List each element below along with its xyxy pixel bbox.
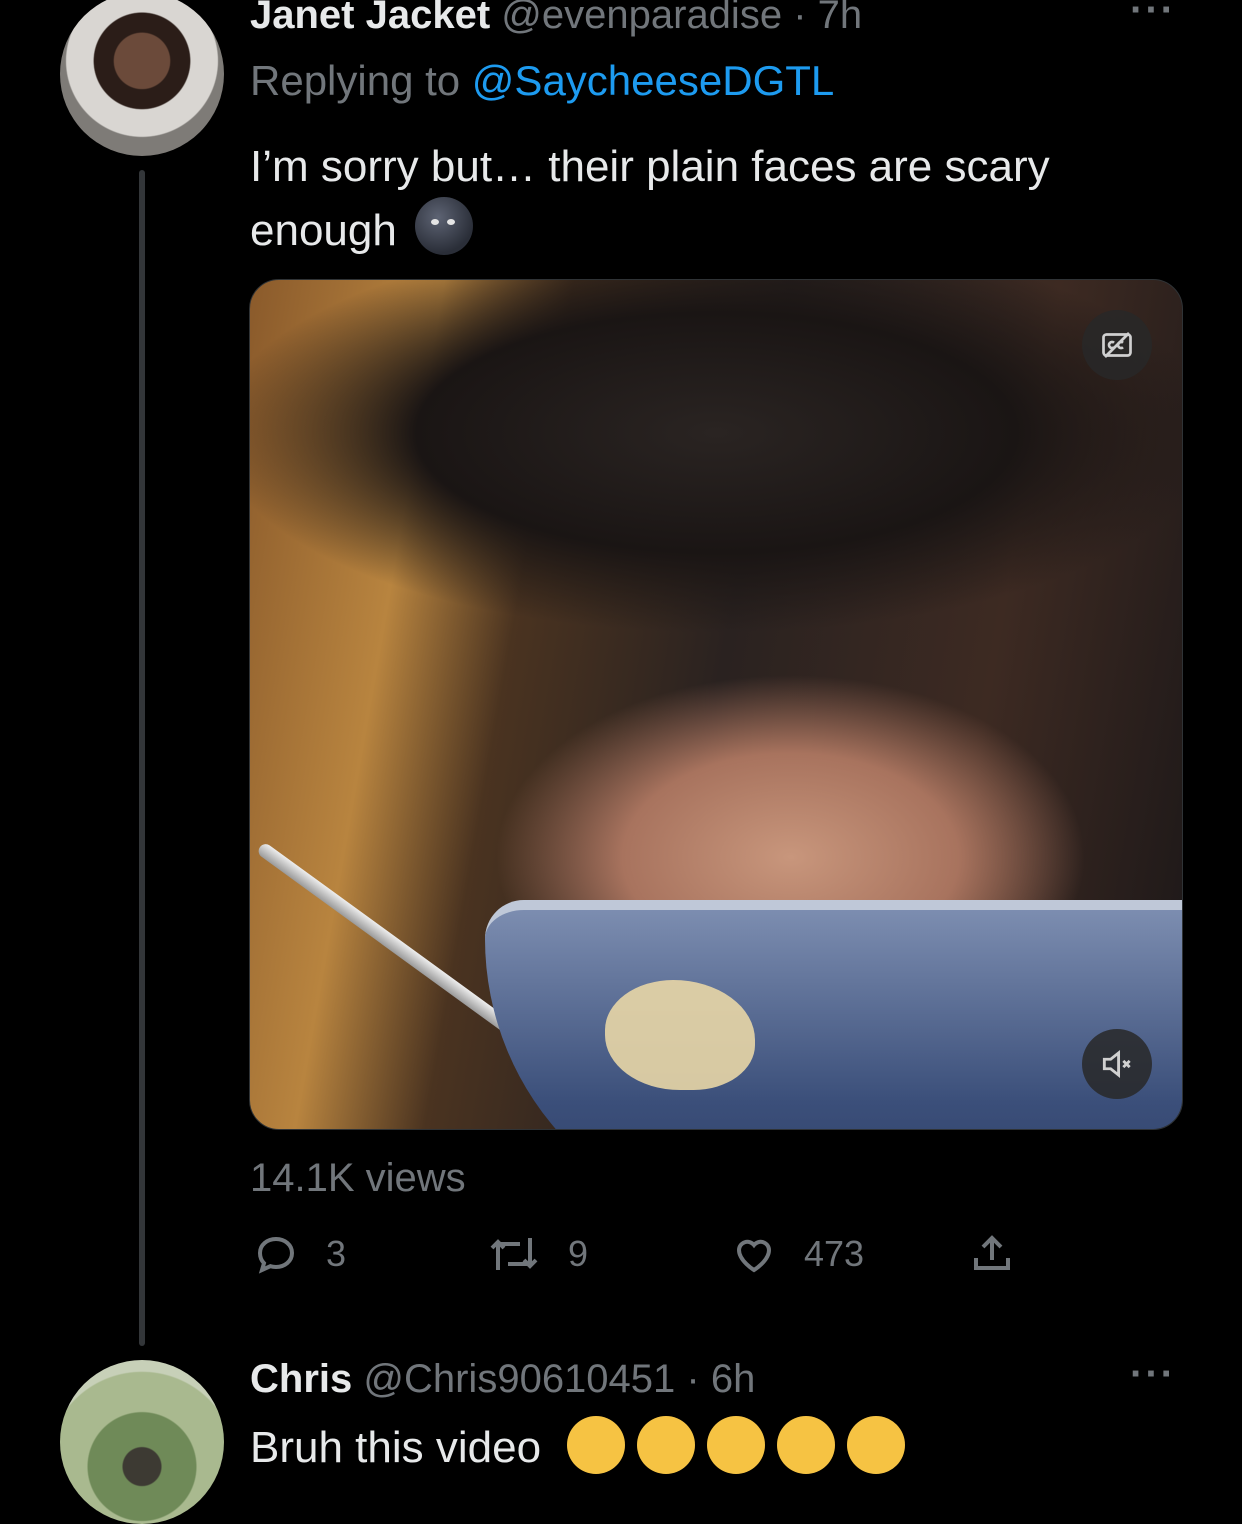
tweet-text-content: Bruh this video: [250, 1423, 542, 1472]
replying-prefix: Replying to: [250, 57, 461, 104]
tweet-text: I’m sorry but… their plain faces are sca…: [250, 137, 1150, 261]
tweet-header: Janet Jacket @evenparadise · 7h: [250, 0, 862, 38]
share-icon: [974, 1235, 1010, 1270]
video-frame-bowl: [485, 900, 1182, 1129]
heart-icon: [736, 1239, 772, 1273]
captions-off-icon: [1102, 332, 1132, 358]
retweet-button[interactable]: 9: [486, 1230, 588, 1278]
retweet-icon: [490, 1238, 538, 1270]
more-options-icon[interactable]: ···: [1130, 0, 1176, 33]
new-moon-face-emoji-icon: [415, 197, 474, 255]
like-count: 473: [804, 1233, 865, 1274]
view-count: 14.1K views: [250, 1156, 466, 1200]
handle[interactable]: @evenparadise: [501, 0, 782, 37]
share-button[interactable]: [968, 1230, 1016, 1278]
timestamp[interactable]: · 6h: [686, 1357, 755, 1401]
tweet-text-content: I’m sorry but… their plain faces are sca…: [250, 142, 1050, 255]
like-button[interactable]: 473: [730, 1230, 864, 1278]
thread-line: [139, 170, 145, 1346]
muted-speaker-icon: [1102, 1049, 1131, 1079]
reply-button[interactable]: 3: [252, 1230, 346, 1278]
display-name[interactable]: Janet Jacket: [250, 0, 490, 37]
video-player[interactable]: [249, 279, 1183, 1130]
tears-of-joy-emoji-icon: [567, 1416, 906, 1474]
captions-toggle-button[interactable]: [1082, 310, 1152, 380]
mention-link[interactable]: @SaycheeseDGTL: [472, 57, 834, 104]
avatar[interactable]: [60, 0, 224, 156]
display-name[interactable]: Chris: [250, 1357, 352, 1401]
tweet-text: Bruh this video: [250, 1416, 1150, 1478]
reply-count: 3: [326, 1233, 347, 1274]
timestamp[interactable]: · 7h: [793, 0, 862, 37]
video-frame-spoon: [255, 841, 523, 1041]
tweet-header: Chris @Chris90610451 · 6h: [250, 1356, 755, 1402]
reply-icon: [257, 1236, 295, 1274]
retweet-count: 9: [568, 1233, 589, 1274]
handle[interactable]: @Chris90610451: [363, 1357, 675, 1401]
replying-to: Replying to @SaycheeseDGTL: [250, 57, 834, 105]
more-options-icon[interactable]: ···: [1130, 1352, 1176, 1397]
unmute-button[interactable]: [1082, 1029, 1152, 1099]
avatar[interactable]: [60, 1360, 224, 1524]
